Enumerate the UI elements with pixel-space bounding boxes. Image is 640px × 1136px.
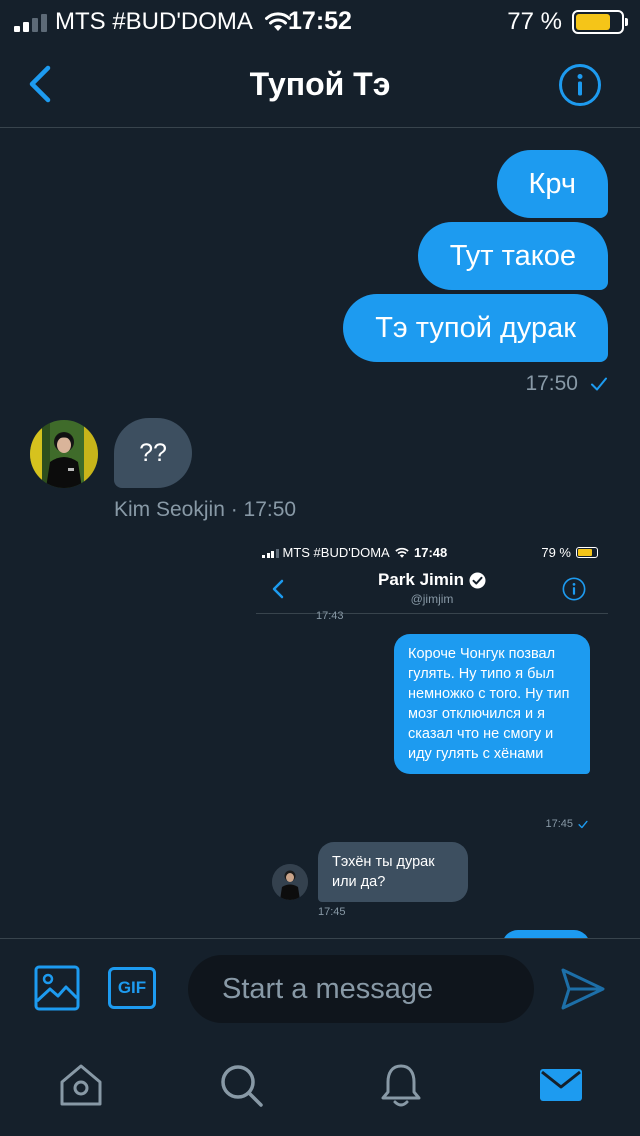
wifi-icon (395, 547, 409, 558)
battery-icon (572, 10, 628, 34)
outgoing-message[interactable]: Тут такое (417, 222, 608, 290)
embedded-next-message (502, 930, 590, 938)
search-icon[interactable] (218, 1062, 264, 1108)
embedded-carrier: MTS #BUD'DOMA (282, 545, 390, 560)
embedded-header: Park Jimin @jimjim (256, 566, 608, 614)
image-message[interactable]: MTS #BUD'DOMA 17:48 79 % Park Jimin @jim… (256, 538, 608, 938)
gif-button[interactable]: GIF (108, 967, 156, 1009)
read-check-icon (578, 820, 588, 828)
home-icon[interactable] (58, 1062, 104, 1108)
embedded-incoming-message: Тэхён ты дурак или да? (318, 842, 468, 902)
message-composer: GIF (0, 938, 640, 1042)
embedded-battery-percent: 79 % (541, 545, 571, 560)
embedded-contact-name: Park Jimin (378, 570, 464, 589)
battery-level (576, 14, 610, 30)
avatar[interactable] (30, 420, 98, 488)
incoming-meta: Kim Seokjin · 17:50 (114, 498, 297, 521)
bell-icon[interactable] (378, 1062, 424, 1108)
image-icon[interactable] (34, 965, 80, 1011)
verified-badge-icon (469, 572, 486, 588)
message-input[interactable] (188, 955, 534, 1023)
signal-icon (262, 548, 279, 558)
avatar (272, 864, 308, 900)
tab-bar (0, 1042, 640, 1136)
outgoing-time: 17:50 (525, 372, 578, 395)
mail-icon[interactable] (538, 1062, 584, 1108)
embedded-time: 17:48 (414, 545, 448, 560)
outgoing-meta: 17:50 (525, 372, 608, 396)
status-bar: MTS #BUD'DOMA 17:52 77 % (0, 0, 640, 42)
embedded-outgoing-meta: 17:45 (545, 818, 588, 830)
info-icon[interactable] (558, 63, 602, 107)
embedded-contact-handle: @jimjim (410, 592, 454, 606)
embedded-carrier-group: MTS #BUD'DOMA (262, 545, 410, 560)
info-icon (562, 577, 586, 601)
read-check-icon (591, 377, 607, 391)
conversation-header: Тупой Тэ (0, 42, 640, 128)
conversation-title: Тупой Тэ (249, 66, 391, 102)
embedded-outgoing-time: 17:45 (545, 818, 573, 830)
battery-icon (576, 547, 598, 558)
outgoing-message[interactable]: Тэ тупой дурак (343, 294, 608, 362)
embedded-status-bar: MTS #BUD'DOMA 17:48 79 % (256, 538, 608, 566)
battery-percent: 77 % (507, 8, 562, 35)
battery-group: 77 % (507, 8, 628, 36)
embedded-battery-group: 79 % (541, 545, 598, 560)
outgoing-message[interactable]: Крч (496, 150, 608, 218)
incoming-message[interactable]: ?? (114, 418, 192, 488)
send-icon[interactable] (560, 967, 606, 1011)
embedded-timestamp: 17:43 (316, 610, 344, 622)
embedded-contact: Park Jimin (256, 570, 608, 590)
embedded-incoming-time: 17:45 (318, 906, 346, 918)
embedded-outgoing-message: Короче Чонгук позвал гулять. Ну типо я б… (394, 634, 590, 774)
